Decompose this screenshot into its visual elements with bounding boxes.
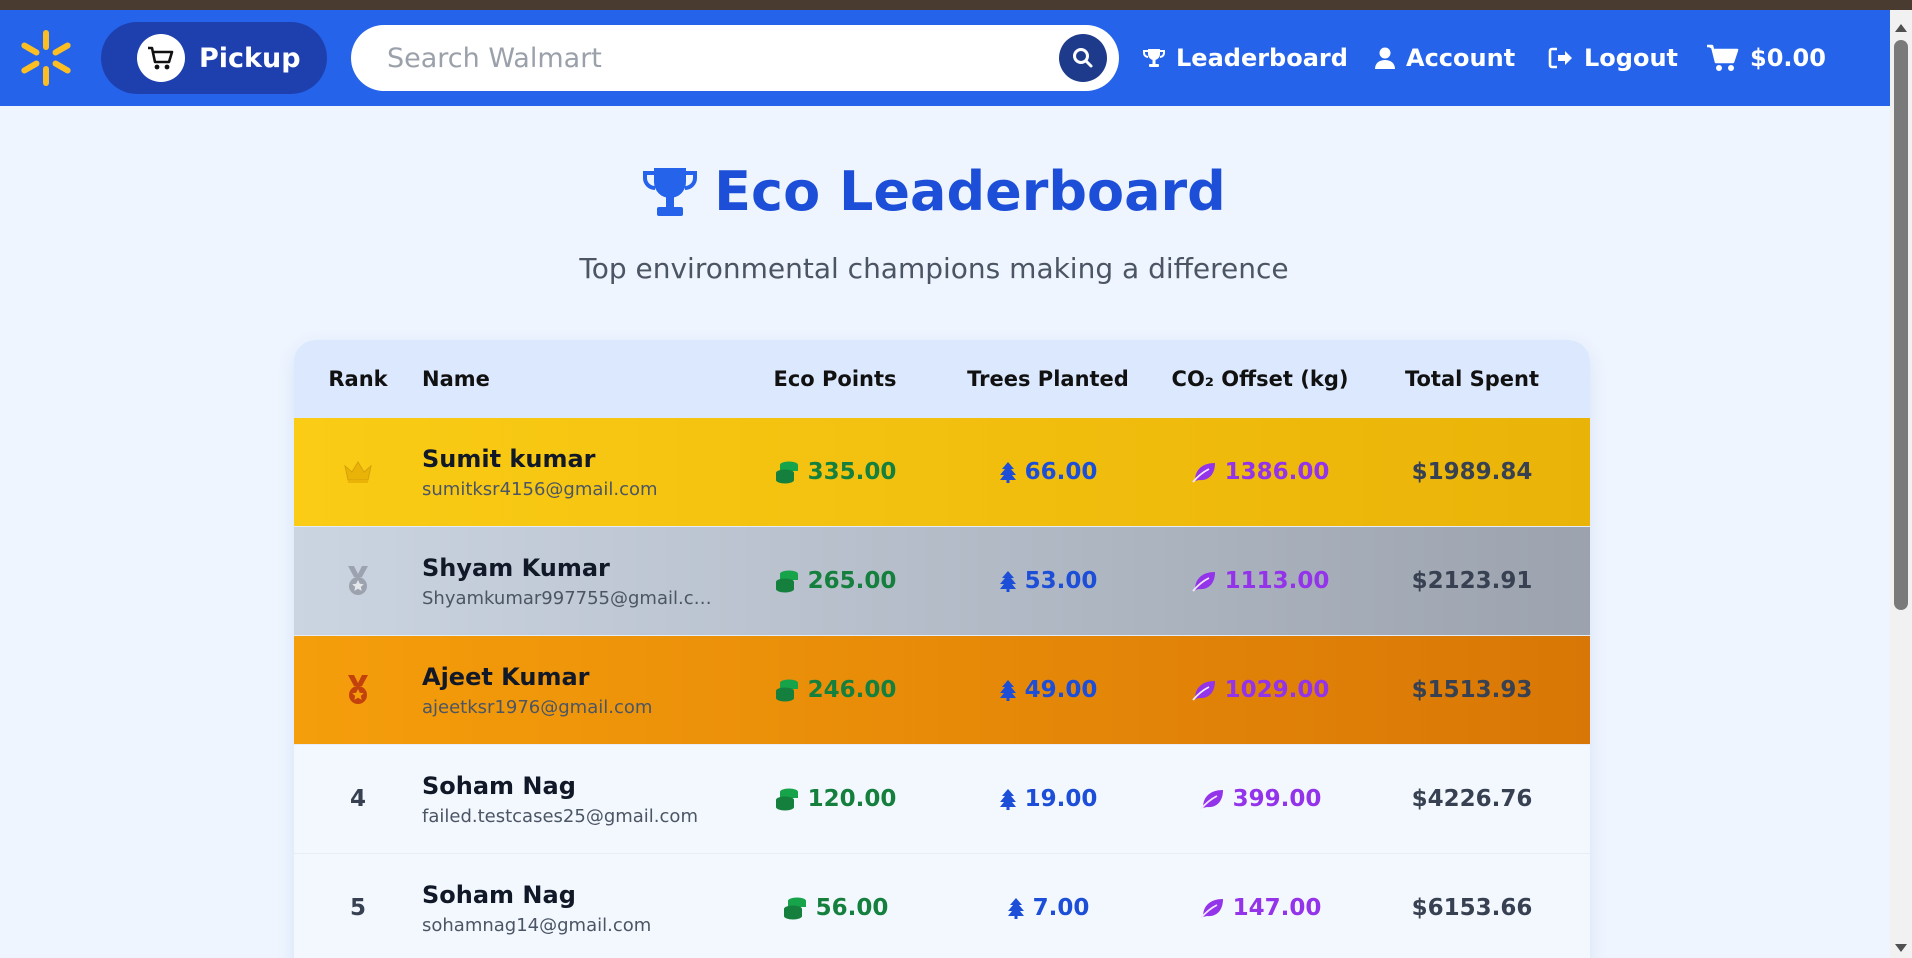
trophy-icon [1143, 49, 1165, 67]
scroll-up-arrow-icon[interactable] [1895, 24, 1907, 32]
eco-points-value: 335.00 [807, 459, 897, 485]
leaf-icon [1191, 463, 1215, 483]
user-email: Shyamkumar997755@gmail.com [422, 587, 722, 609]
coins-icon [783, 897, 806, 920]
crown-icon [344, 461, 372, 483]
trees-value: 49.00 [1024, 677, 1098, 703]
scroll-down-arrow-icon[interactable] [1895, 944, 1907, 952]
user-name: Ajeet Kumar [422, 662, 590, 691]
shopping-cart-icon [1707, 44, 1739, 71]
page-subtitle: Top environmental champions making a dif… [579, 252, 1289, 285]
total-spent-value: $4226.76 [1411, 786, 1533, 812]
header-rank: Rank [328, 367, 388, 391]
nav-logout-link[interactable]: Logout [1548, 40, 1678, 76]
page-title-text: Eco Leaderboard [714, 160, 1226, 223]
header-name: Name [422, 367, 490, 391]
user-name: Shyam Kumar [422, 553, 610, 582]
top-navbar: Pickup Leaderboard Account Logout $0.00 [0, 10, 1890, 106]
tree-icon [1007, 898, 1024, 919]
total-spent-value: $2123.91 [1411, 568, 1533, 594]
silver-medal-icon [348, 566, 368, 595]
total-spent-value: $6153.66 [1411, 895, 1533, 921]
page-scrollbar[interactable] [1890, 10, 1912, 958]
logout-icon [1548, 47, 1572, 69]
co2-value: 1029.00 [1224, 677, 1330, 703]
eco-points-value: 56.00 [815, 895, 889, 921]
nav-leaderboard-label: Leaderboard [1176, 44, 1348, 72]
user-name: Sumit kumar [422, 444, 596, 473]
page-title: Eco Leaderboard [0, 160, 1868, 223]
search-button[interactable] [1059, 34, 1107, 82]
table-row: Sumit kumar sumitksr4156@gmail.com 335.0… [294, 418, 1590, 527]
co2-value: 1386.00 [1224, 459, 1330, 485]
pickup-label: Pickup [199, 42, 301, 74]
user-icon [1375, 47, 1395, 69]
user-name: Soham Nag [422, 880, 576, 909]
co2-value: 147.00 [1232, 895, 1322, 921]
tree-icon [999, 571, 1016, 592]
cart-icon [137, 34, 185, 82]
header-co2-offset: CO₂ Offset (kg) [1171, 367, 1349, 391]
coins-icon [775, 679, 798, 702]
browser-top-strip [0, 0, 1912, 10]
co2-value: 1113.00 [1224, 568, 1330, 594]
header-total-spent: Total Spent [1404, 367, 1540, 391]
total-spent-value: $1989.84 [1411, 459, 1533, 485]
trees-value: 53.00 [1024, 568, 1098, 594]
tree-icon [999, 789, 1016, 810]
user-email: ajeetksr1976@gmail.com [422, 696, 653, 718]
coins-icon [775, 570, 798, 593]
bronze-medal-icon [348, 675, 368, 704]
search-input[interactable] [351, 25, 1059, 91]
user-email: failed.testcases25@gmail.com [422, 805, 698, 827]
table-row: 4 Soham Nag failed.testcases25@gmail.com… [294, 745, 1590, 854]
tree-icon [999, 680, 1016, 701]
nav-cart-link[interactable]: $0.00 [1706, 40, 1826, 76]
pickup-button[interactable]: Pickup [101, 22, 327, 94]
trees-value: 19.00 [1024, 786, 1098, 812]
header-trees-planted: Trees Planted [967, 367, 1129, 391]
table-row: Shyam Kumar Shyamkumar997755@gmail.com 2… [294, 527, 1590, 636]
leaf-icon [1191, 572, 1215, 592]
leaf-icon [1199, 899, 1223, 919]
search-bar [351, 25, 1119, 91]
user-name: Soham Nag [422, 771, 576, 800]
rank-number: 4 [349, 786, 366, 812]
user-email: sumitksr4156@gmail.com [422, 478, 658, 500]
trees-value: 66.00 [1024, 459, 1098, 485]
search-icon [1073, 48, 1093, 68]
total-spent-value: $1513.93 [1411, 677, 1533, 703]
nav-account-link[interactable]: Account [1374, 40, 1515, 76]
leaf-icon [1191, 681, 1215, 701]
user-email: sohamnag14@gmail.com [422, 914, 652, 936]
co2-value: 399.00 [1232, 786, 1322, 812]
header-eco-points: Eco Points [773, 367, 897, 391]
nav-leaderboard-link[interactable]: Leaderboard [1142, 40, 1348, 76]
eco-points-value: 265.00 [807, 568, 897, 594]
leaderboard-table: Rank Name Eco Points Trees Planted CO₂ O… [294, 340, 1590, 958]
coins-icon [775, 788, 798, 811]
eco-points-value: 246.00 [807, 677, 897, 703]
trees-value: 7.00 [1032, 895, 1090, 921]
table-row: Ajeet Kumar ajeetksr1976@gmail.com 246.0… [294, 636, 1590, 745]
table-row: 5 Soham Nag sohamnag14@gmail.com 56.00 7… [294, 854, 1590, 958]
rank-number: 5 [349, 895, 366, 921]
walmart-spark-logo[interactable] [14, 26, 78, 90]
nav-logout-label: Logout [1584, 44, 1679, 72]
eco-points-value: 120.00 [807, 786, 897, 812]
table-header: Rank Name Eco Points Trees Planted CO₂ O… [294, 340, 1590, 418]
tree-icon [999, 462, 1016, 483]
trophy-icon [643, 167, 698, 216]
coins-icon [775, 461, 798, 484]
cart-total: $0.00 [1750, 44, 1826, 72]
scroll-thumb[interactable] [1894, 40, 1908, 610]
leaf-icon [1199, 790, 1223, 810]
nav-account-label: Account [1406, 44, 1516, 72]
